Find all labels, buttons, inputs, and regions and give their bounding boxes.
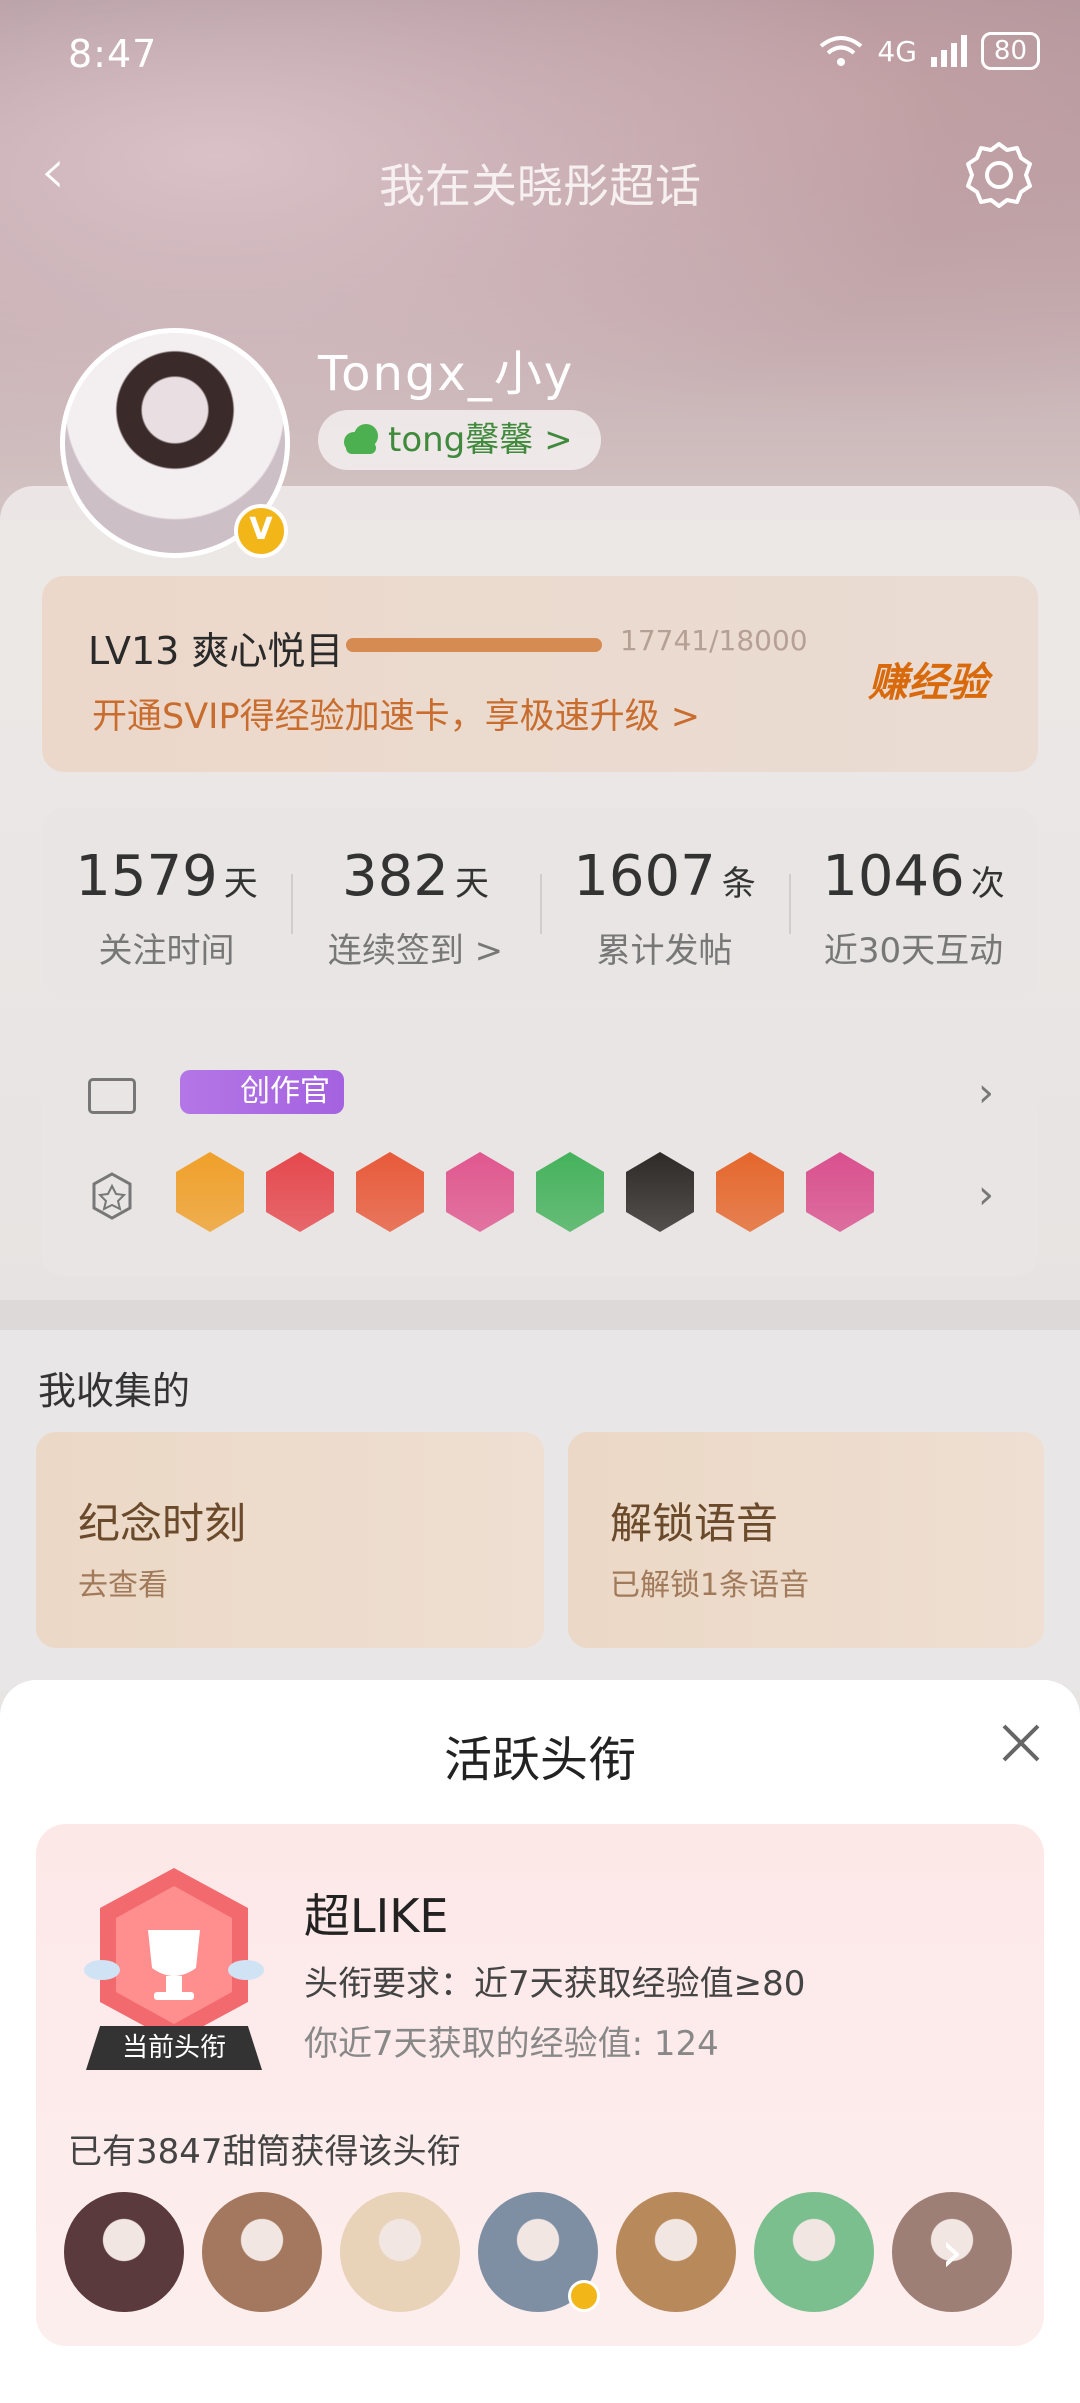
medal-icon[interactable]	[536, 1152, 604, 1232]
unlock-voice-subtitle: 已解锁1条语音	[610, 1568, 810, 1603]
medal-row[interactable]	[176, 1152, 874, 1232]
unlock-voice-card[interactable]: 解锁语音 已解锁1条语音	[568, 1432, 1044, 1648]
stat-label: 关注时间	[98, 931, 235, 971]
cloud-icon	[344, 424, 378, 454]
unlock-voice-title: 解锁语音	[610, 1499, 779, 1548]
sheet-title: 活跃头衔	[443, 1732, 636, 1788]
stat-label: 近30天互动	[823, 931, 1004, 971]
level-exp-text: 17741/18000	[620, 624, 808, 657]
creator-badge-label: 创作官	[240, 1074, 330, 1109]
network-label: 4G	[877, 34, 917, 68]
collection-section: 我收集的 纪念时刻 去查看 解锁语音 已解锁1条语音	[0, 1330, 1080, 1690]
memorial-moments-card[interactable]: 纪念时刻 去查看	[36, 1432, 544, 1648]
user-tag-label: tong馨馨 >	[388, 420, 573, 460]
verified-badge-icon	[568, 2280, 600, 2312]
stat-value: 1046 次	[822, 844, 1005, 909]
creator-badge[interactable]: 创作官	[180, 1070, 344, 1114]
owner-avatar[interactable]	[340, 2192, 460, 2312]
verified-badge-icon: V	[234, 504, 288, 558]
gear-icon[interactable]	[964, 140, 1034, 210]
memorial-moments-subtitle: 去查看	[78, 1568, 168, 1603]
my-exp-value: 你近7天获取的经验值: 124	[304, 2024, 719, 2064]
medal-icon[interactable]	[176, 1152, 244, 1232]
memorial-moments-title: 纪念时刻	[78, 1499, 247, 1548]
top-navigation: ‹ 我在关晓彤超话	[0, 120, 1080, 230]
status-bar: 8:47 4G 80	[0, 0, 1080, 110]
active-title-sheet: 活跃头衔 当前头衔 超LIKE 头衔要求：近7天获取经验值≥80 你近7天获取的…	[0, 1680, 1080, 2403]
level-label: LV13 爽心悦目	[88, 629, 344, 673]
medal-icon[interactable]	[446, 1152, 514, 1232]
level-card[interactable]: LV13 爽心悦目 17741/18000 开通SVIP得经验加速卡，享极速升级…	[42, 576, 1038, 772]
owner-avatar[interactable]	[478, 2192, 600, 2312]
stat-value: 382 天	[342, 844, 489, 909]
stats-panel: 1579 天 关注时间 382 天 连续签到 >1607 条 累计发帖 1046 次 近30…	[42, 808, 1038, 998]
wifi-icon	[820, 36, 863, 66]
stat-item: 1046 次 近30天互动	[789, 808, 1038, 998]
more-owners-button[interactable]: ›	[892, 2192, 1012, 2312]
collection-heading: 我收集的	[38, 1369, 191, 1413]
stat-value: 1607 条	[573, 844, 756, 909]
owners-avatar-row[interactable]: ›	[64, 2192, 1012, 2312]
stat-item: 1607 条 累计发帖	[540, 808, 789, 998]
earn-exp-button[interactable]: 赚经验	[868, 650, 988, 708]
stat-item[interactable]: 382 天 连续签到 >	[291, 808, 540, 998]
user-tag-pill[interactable]: tong馨馨 >	[318, 410, 601, 470]
medal-icon[interactable]	[356, 1152, 424, 1232]
svip-promo-link[interactable]: 开通SVIP得经验加速卡，享极速升级 >	[92, 688, 700, 739]
title-name: 超LIKE	[304, 1889, 449, 1943]
chevron-right-icon: ›	[940, 2219, 964, 2285]
honor-panel: 创作官 › ›	[42, 1034, 1038, 1276]
current-title-tag: 当前头衔	[86, 2026, 262, 2070]
medal-icon[interactable]	[716, 1152, 784, 1232]
stat-item: 1579 天 关注时间	[42, 808, 291, 998]
medal-icon[interactable]	[806, 1152, 874, 1232]
id-card-icon	[88, 1078, 136, 1114]
status-time: 8:47	[68, 32, 158, 76]
medal-icon[interactable]	[266, 1152, 334, 1232]
owner-avatar[interactable]	[754, 2192, 874, 2312]
username: Tongx_小y	[318, 346, 575, 402]
title-requirement: 头衔要求：近7天获取经验值≥80	[304, 1964, 806, 2004]
section-divider	[0, 1300, 1080, 1330]
chevron-right-icon[interactable]: ›	[978, 1070, 994, 1116]
super-topic-profile-page: 8:47 4G 80 ‹ 我在关晓彤超话 V Tongx_小y tong馨馨 >…	[0, 0, 1080, 2403]
stat-label: 累计发帖	[596, 931, 733, 971]
close-icon[interactable]	[996, 1718, 1046, 1768]
battery-indicator: 80	[980, 32, 1040, 70]
medal-icon	[92, 1172, 132, 1220]
medal-icon[interactable]	[626, 1152, 694, 1232]
owner-avatar[interactable]	[64, 2192, 184, 2312]
status-icons: 4G 80	[819, 32, 1040, 70]
signal-icon	[930, 35, 967, 67]
title-detail-card: 当前头衔 超LIKE 头衔要求：近7天获取经验值≥80 你近7天获取的经验值: …	[36, 1824, 1044, 2346]
level-progress-bar	[346, 638, 603, 652]
stat-label: 连续签到 >	[327, 931, 504, 971]
owner-avatar[interactable]	[616, 2192, 736, 2312]
title-owners-count: 已有3847甜筒获得该头衔	[68, 2132, 461, 2172]
chevron-right-icon[interactable]: ›	[978, 1172, 994, 1218]
owner-avatar[interactable]	[202, 2192, 322, 2312]
stat-value: 1579 天	[75, 844, 258, 909]
page-title: 我在关晓彤超话	[379, 159, 701, 213]
